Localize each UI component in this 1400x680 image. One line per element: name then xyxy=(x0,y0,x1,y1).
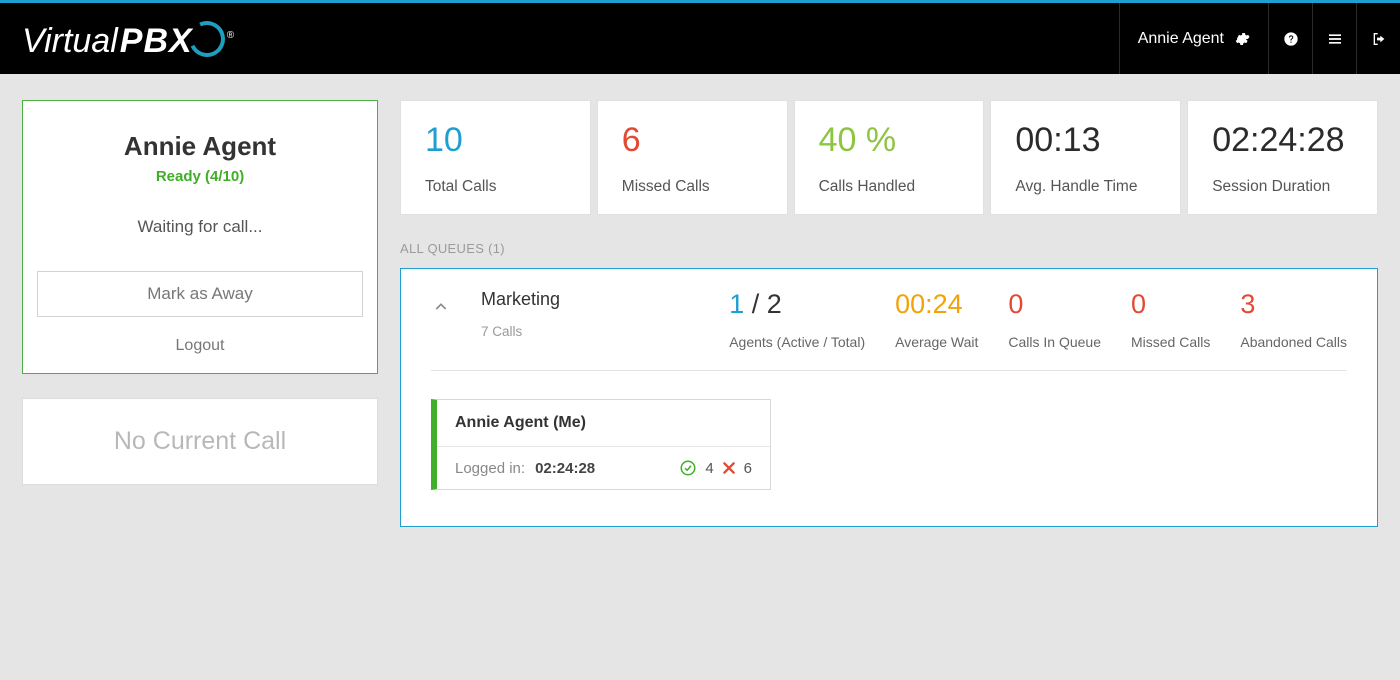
queue-agent-counters: 4 6 xyxy=(679,459,752,477)
stat-calls-in-queue: 0 Calls In Queue xyxy=(1008,289,1101,350)
queue-name: Marketing xyxy=(481,289,560,310)
stat-agents: 1 / 2 Agents (Active / Total) xyxy=(729,289,865,350)
stat-value: 3 xyxy=(1240,289,1347,320)
x-icon xyxy=(722,461,736,475)
hamburger-icon xyxy=(1327,31,1343,47)
tile-avg-handle-time: 00:13 Avg. Handle Time xyxy=(990,100,1181,215)
tile-label: Missed Calls xyxy=(622,178,763,196)
agent-status-card: Annie Agent Ready (4/10) Waiting for cal… xyxy=(22,100,378,374)
gear-icon xyxy=(1234,31,1250,47)
right-column: 10 Total Calls 6 Missed Calls 40 % Calls… xyxy=(400,100,1378,654)
queue-subtitle: 7 Calls xyxy=(481,324,560,339)
check-circle-icon xyxy=(679,459,697,477)
stat-value: 0 xyxy=(1131,289,1210,320)
mark-away-button[interactable]: Mark as Away xyxy=(37,271,363,317)
stat-agents-value: 1 / 2 xyxy=(729,289,865,320)
tile-session-duration: 02:24:28 Session Duration xyxy=(1187,100,1378,215)
stat-label: Average Wait xyxy=(895,334,978,350)
logo-virtual: Virtual xyxy=(22,22,118,61)
stat-label: Abandoned Calls xyxy=(1240,334,1347,350)
tile-label: Total Calls xyxy=(425,178,566,196)
header-menu-button[interactable] xyxy=(1312,3,1356,74)
stat-label: Missed Calls xyxy=(1131,334,1210,350)
stat-abandoned-calls: 3 Abandoned Calls xyxy=(1240,289,1347,350)
queues-section-label: ALL QUEUES (1) xyxy=(400,241,1378,256)
metric-tiles: 10 Total Calls 6 Missed Calls 40 % Calls… xyxy=(400,100,1378,215)
signout-icon xyxy=(1371,31,1387,47)
stat-label: Calls In Queue xyxy=(1008,334,1101,350)
logo-pbx: PBX xyxy=(120,22,193,61)
agent-name: Annie Agent xyxy=(37,131,363,162)
queue-collapse-toggle[interactable] xyxy=(431,297,451,317)
tile-total-calls: 10 Total Calls xyxy=(400,100,591,215)
queue-title-block: Marketing 7 Calls xyxy=(481,289,560,339)
agent-waiting: Waiting for call... xyxy=(37,217,363,237)
question-circle-icon xyxy=(1283,31,1299,47)
queue-divider xyxy=(431,370,1347,371)
agents-total: 2 xyxy=(767,289,782,319)
header-signout-button[interactable] xyxy=(1356,3,1400,74)
stat-value: 00:24 xyxy=(895,289,978,320)
header-right: Annie Agent xyxy=(1119,3,1400,74)
tile-value: 6 xyxy=(622,121,763,160)
tile-label: Avg. Handle Time xyxy=(1015,178,1156,196)
logged-in-duration: 02:24:28 xyxy=(535,460,595,477)
page-body: Annie Agent Ready (4/10) Waiting for cal… xyxy=(0,74,1400,680)
queue-agent-name: Annie Agent (Me) xyxy=(437,400,770,447)
header-user-menu[interactable]: Annie Agent xyxy=(1119,3,1268,74)
agents-active: 1 xyxy=(729,289,744,319)
queue-stats: 1 / 2 Agents (Active / Total) 00:24 Aver… xyxy=(729,289,1347,350)
stat-missed-calls: 0 Missed Calls xyxy=(1131,289,1210,350)
tile-label: Calls Handled xyxy=(819,178,960,196)
queue-agent-details: Logged in: 02:24:28 4 6 xyxy=(437,447,770,489)
no-current-call-card: No Current Call xyxy=(22,398,378,485)
tile-value: 02:24:28 xyxy=(1212,121,1353,160)
tile-value: 00:13 xyxy=(1015,121,1156,160)
queue-header-row: Marketing 7 Calls 1 / 2 Agents (Active /… xyxy=(431,289,1347,350)
tile-calls-handled: 40 % Calls Handled xyxy=(794,100,985,215)
app-logo: VirtualPBX ® xyxy=(0,16,232,61)
tile-label: Session Duration xyxy=(1212,178,1353,196)
agent-status: Ready (4/10) xyxy=(37,168,363,185)
left-column: Annie Agent Ready (4/10) Waiting for cal… xyxy=(22,100,378,654)
logo-registered-mark: ® xyxy=(227,30,234,41)
chevron-up-icon xyxy=(433,299,449,315)
logout-button[interactable]: Logout xyxy=(37,337,363,355)
app-header: VirtualPBX ® Annie Agent xyxy=(0,0,1400,74)
handled-count: 4 xyxy=(705,460,713,477)
queue-agent-item[interactable]: Annie Agent (Me) Logged in: 02:24:28 4 6 xyxy=(431,399,771,490)
queue-card: Marketing 7 Calls 1 / 2 Agents (Active /… xyxy=(400,268,1378,527)
agents-sep: / xyxy=(744,289,767,319)
tile-missed-calls: 6 Missed Calls xyxy=(597,100,788,215)
stat-value: 0 xyxy=(1008,289,1101,320)
logged-in-label: Logged in: xyxy=(455,460,525,477)
missed-count: 6 xyxy=(744,460,752,477)
tile-value: 10 xyxy=(425,121,566,160)
stat-agents-label: Agents (Active / Total) xyxy=(729,334,865,350)
tile-value: 40 % xyxy=(819,121,960,160)
header-help-button[interactable] xyxy=(1268,3,1312,74)
header-user-name: Annie Agent xyxy=(1138,30,1224,48)
stat-avg-wait: 00:24 Average Wait xyxy=(895,289,978,350)
